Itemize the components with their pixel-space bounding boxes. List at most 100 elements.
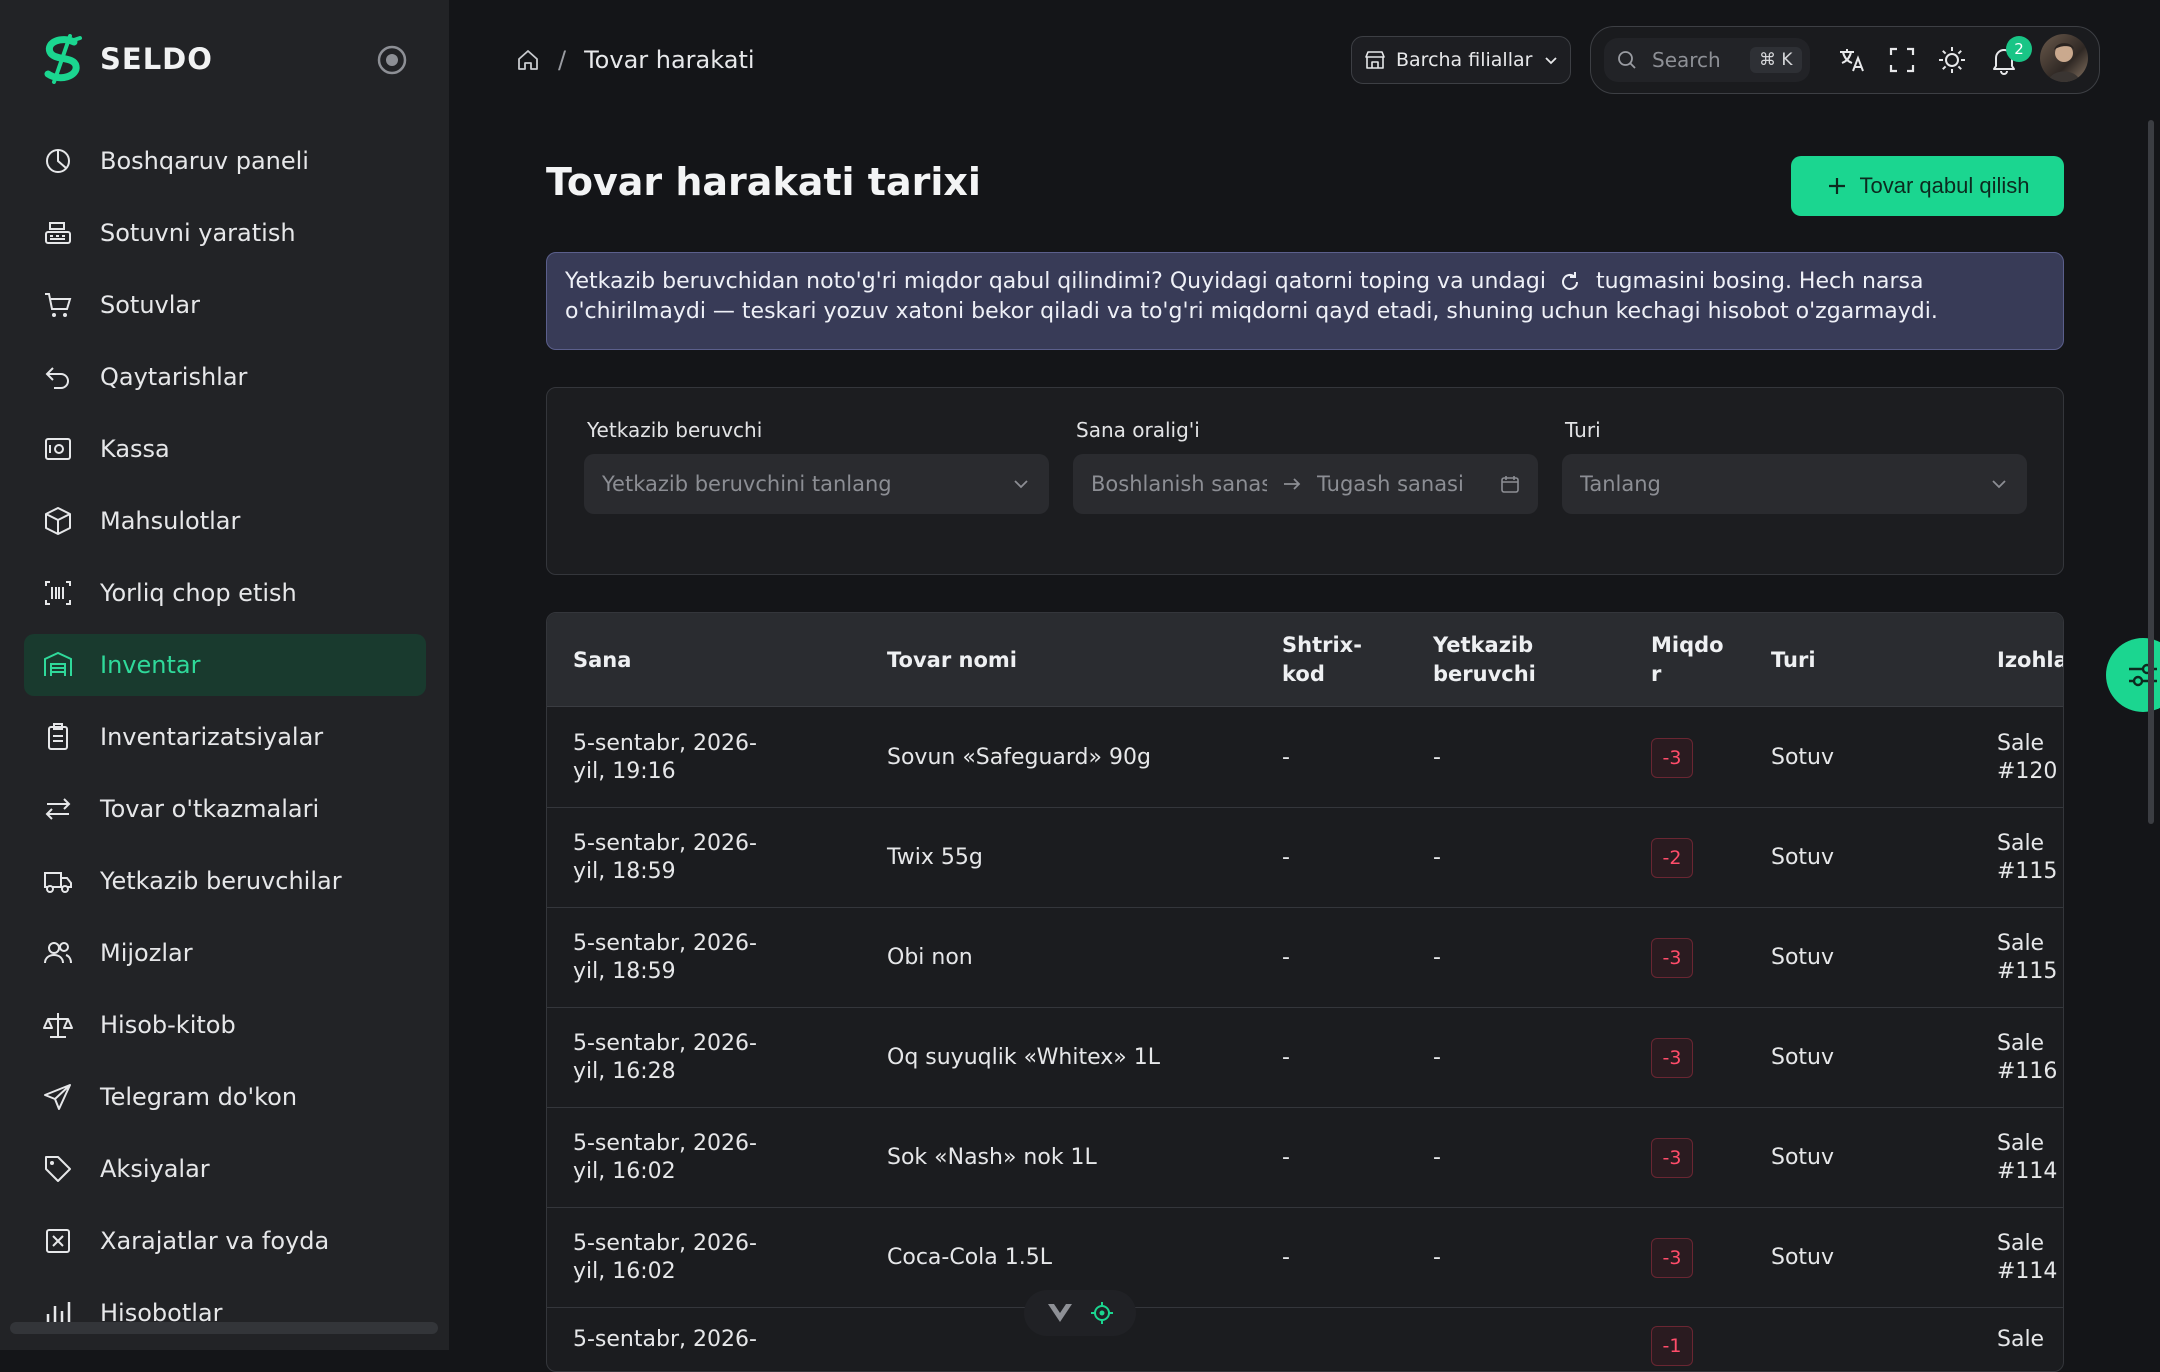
chevron-down-icon: [1011, 474, 1031, 494]
plus-icon: [1826, 175, 1848, 197]
sidebar-item-qaytarishlar[interactable]: Qaytarishlar: [24, 346, 426, 408]
cell-date: 5-sentabr, 2026-yil, 16:28: [573, 1031, 757, 1084]
column-header-barcode[interactable]: Shtrix-kod: [1282, 613, 1372, 707]
movements-table: Sana Tovar nomi Shtrix-kod Yetkazib beru…: [546, 612, 2064, 1372]
table-row[interactable]: 5-sentabr, 2026-yil, 18:59 Obi non - - -…: [547, 908, 2063, 1008]
sidebar-item-hisobotlar[interactable]: Hisobotlar: [24, 1282, 426, 1344]
column-header-supplier[interactable]: Yetkazib beruvchi: [1433, 613, 1563, 707]
sidebar-item-label: Sotuvni yaratish: [100, 219, 296, 247]
search-shortcut: ⌘ K: [1750, 47, 1802, 73]
sidebar-scrollbar[interactable]: [10, 1322, 438, 1334]
cell-product: Sok «Nash» nok 1L: [887, 1145, 1097, 1170]
sidebar-item-sotuvni-yaratish[interactable]: Sotuvni yaratish: [24, 202, 426, 264]
cell-type: Sotuv: [1771, 1045, 1835, 1070]
sidebar-nav: Boshqaruv paneli Sotuvni yaratish Sotuvl…: [24, 130, 426, 1350]
qty-badge: -3: [1651, 738, 1693, 778]
cell-product: Coca-Cola 1.5L: [887, 1245, 1052, 1270]
qty-badge: -3: [1651, 938, 1693, 978]
cell-date: 5-sentabr, 2026-yil, 19:16: [573, 731, 757, 784]
truck-icon: [42, 865, 74, 897]
cell-supplier: -: [1433, 745, 1441, 770]
table-row[interactable]: 5-sentabr, 2026-yil, 19:16 Sovun «Safegu…: [547, 708, 2063, 808]
breadcrumb: / Tovar harakati: [516, 40, 755, 80]
type-select[interactable]: Tanlang: [1562, 454, 2027, 514]
sidebar-item-tovar-otkazmalari[interactable]: Tovar o'tkazmalari: [24, 778, 426, 840]
table-header: Sana Tovar nomi Shtrix-kod Yetkazib beru…: [547, 613, 2063, 707]
sidebar-item-label: Yorliq chop etish: [100, 579, 297, 607]
translate-icon[interactable]: [1836, 44, 1868, 76]
column-header-qty[interactable]: Miqdor: [1651, 613, 1727, 707]
info-banner: Yetkazib beruvchidan noto'g'ri miqdor qa…: [546, 252, 2064, 350]
sidebar-item-mijozlar[interactable]: Mijozlar: [24, 922, 426, 984]
sidebar-item-aksiyalar[interactable]: Aksiyalar: [24, 1138, 426, 1200]
cell-product: Obi non: [887, 945, 973, 970]
sidebar-item-label: Mahsulotlar: [100, 507, 241, 535]
table-row[interactable]: 5-sentabr, 2026-yil, 18:59 Twix 55g - - …: [547, 808, 2063, 908]
sidebar-item-yorliq-chop-etish[interactable]: Yorliq chop etish: [24, 562, 426, 624]
record-circle-icon: [377, 45, 407, 75]
supplier-select-placeholder: Yetkazib beruvchini tanlang: [602, 472, 892, 496]
qty-badge: -3: [1651, 1238, 1693, 1278]
column-header-date[interactable]: Sana: [573, 613, 631, 707]
table-row[interactable]: 5-sentabr, 2026-yil, 16:02 Coca-Cola 1.5…: [547, 1208, 2063, 1308]
sidebar-item-yetkazib-beruvchilar[interactable]: Yetkazib beruvchilar: [24, 850, 426, 912]
table-row[interactable]: 5-sentabr, 2026-yil, 16:02 Sok «Nash» no…: [547, 1108, 2063, 1208]
qty-badge: -3: [1651, 1038, 1693, 1078]
cell-product: Twix 55g: [887, 845, 983, 870]
home-icon[interactable]: [516, 48, 540, 72]
vue-devtools-icon[interactable]: [1047, 1302, 1073, 1324]
cell-date: 5-sentabr, 2026-yil, 18:59: [573, 831, 757, 884]
floating-toolbar: [1024, 1290, 1136, 1336]
sidebar-item-mahsulotlar[interactable]: Mahsulotlar: [24, 490, 426, 552]
date-range-picker[interactable]: Boshlanish sanasi Tugash sanasi: [1073, 454, 1538, 514]
column-header-product[interactable]: Tovar nomi: [887, 613, 1017, 707]
supplier-filter-label: Yetkazib beruvchi: [587, 418, 763, 442]
cell-supplier: -: [1433, 945, 1441, 970]
table-row[interactable]: 5-sentabr, 2026- -1 Sale: [547, 1308, 2063, 1371]
receive-goods-label: Tovar qabul qilish: [1859, 173, 2030, 198]
target-icon[interactable]: [1090, 1301, 1114, 1325]
search-input[interactable]: [1650, 47, 1746, 73]
date-end-input[interactable]: Tugash sanasi: [1317, 472, 1500, 496]
main-scrollbar[interactable]: [2148, 120, 2154, 824]
sun-icon[interactable]: [1936, 44, 1968, 76]
sidebar-item-boshqaruv-paneli[interactable]: Boshqaruv paneli: [24, 130, 426, 192]
cell-type: Sotuv: [1771, 945, 1835, 970]
receive-goods-button[interactable]: Tovar qabul qilish: [1791, 156, 2064, 216]
box-icon: [42, 505, 74, 537]
sidebar-item-xarajatlar-va-foyda[interactable]: Xarajatlar va foyda: [24, 1210, 426, 1272]
sidebar-item-label: Sotuvlar: [100, 291, 200, 319]
search-box[interactable]: ⌘ K: [1604, 38, 1810, 82]
fullscreen-icon[interactable]: [1886, 44, 1918, 76]
sidebar-item-inventar[interactable]: Inventar: [24, 634, 426, 696]
cell-type: Sotuv: [1771, 1145, 1835, 1170]
cell-type: Sotuv: [1771, 1245, 1835, 1270]
cell-supplier: -: [1433, 1045, 1441, 1070]
chevron-down-icon: [1989, 474, 2009, 494]
sidebar-collapse-button[interactable]: [376, 44, 408, 76]
transfer-icon: [42, 793, 74, 825]
avatar[interactable]: [2040, 34, 2088, 82]
cell-supplier: -: [1433, 1145, 1441, 1170]
expense-icon: [42, 1225, 74, 1257]
column-header-note[interactable]: Izohlar: [1997, 613, 2063, 707]
sidebar-item-telegram-dokon[interactable]: Telegram do'kon: [24, 1066, 426, 1128]
table-row[interactable]: 5-sentabr, 2026-yil, 16:28 Oq suyuqlik «…: [547, 1008, 2063, 1108]
cell-product: Sovun «Safeguard» 90g: [887, 745, 1151, 770]
supplier-select[interactable]: Yetkazib beruvchini tanlang: [584, 454, 1049, 514]
sidebar-item-inventarizatsiyalar[interactable]: Inventarizatsiyalar: [24, 706, 426, 768]
date-start-input[interactable]: Boshlanish sanasi: [1091, 472, 1267, 496]
cell-date: 5-sentabr, 2026-yil, 18:59: [573, 931, 757, 984]
sidebar-item-hisob-kitob[interactable]: Hisob-kitob: [24, 994, 426, 1056]
sidebar-item-kassa[interactable]: Kassa: [24, 418, 426, 480]
app-logo[interactable]: SELDO: [40, 34, 213, 84]
scales-icon: [42, 1009, 74, 1041]
sidebar-item-sotuvlar[interactable]: Sotuvlar: [24, 274, 426, 336]
cell-date: 5-sentabr, 2026-yil, 16:02: [573, 1131, 757, 1184]
sidebar: SELDO Boshqaruv paneli Sotuvni yaratish …: [0, 0, 449, 1350]
branch-selector[interactable]: Barcha filiallar: [1351, 36, 1571, 84]
search-icon: [1616, 49, 1638, 71]
seldo-logo-icon: [40, 34, 86, 84]
column-header-type[interactable]: Turi: [1771, 613, 1816, 707]
type-filter-label: Turi: [1565, 418, 1601, 442]
